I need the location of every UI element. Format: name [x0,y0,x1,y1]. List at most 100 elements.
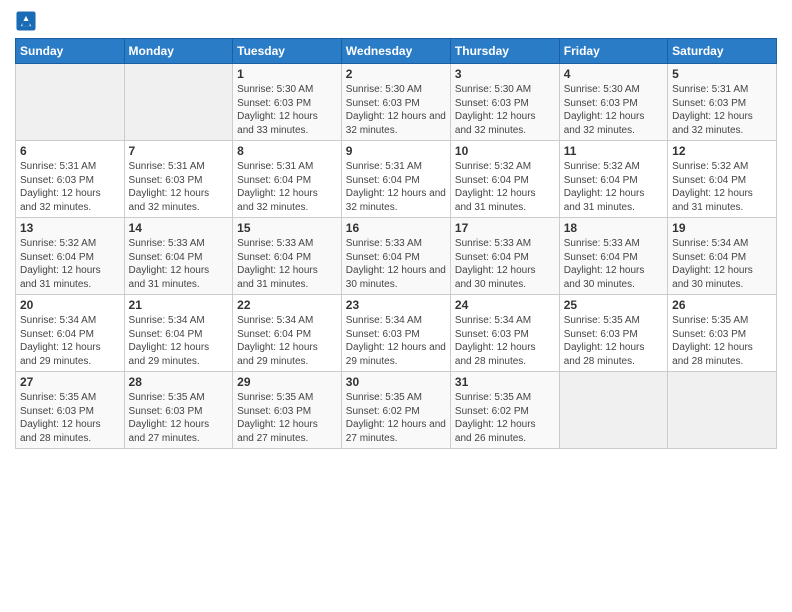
day-detail: Sunrise: 5:35 AM Sunset: 6:03 PM Dayligh… [564,314,663,368]
day-detail: Sunrise: 5:31 AM Sunset: 6:04 PM Dayligh… [237,160,337,214]
day-detail: Sunrise: 5:31 AM Sunset: 6:03 PM Dayligh… [129,160,229,214]
calendar-cell: 7 Sunrise: 5:31 AM Sunset: 6:03 PM Daylig… [124,141,233,218]
day-detail: Sunrise: 5:31 AM Sunset: 6:03 PM Dayligh… [20,160,120,214]
day-number: 3 [455,67,555,81]
calendar-cell [559,372,667,449]
day-detail: Sunrise: 5:35 AM Sunset: 6:03 PM Dayligh… [129,391,229,445]
day-number: 16 [346,221,446,235]
day-number: 24 [455,298,555,312]
calendar-cell: 1Sunrise: 5:30 AM Sunset: 6:03 PM Daylig… [233,64,342,141]
week-row-4: 20 Sunrise: 5:34 AM Sunset: 6:04 PM Dayli… [16,295,777,372]
day-detail: Sunrise: 5:32 AM Sunset: 6:04 PM Dayligh… [20,237,120,291]
day-number: 21 [129,298,229,312]
calendar-cell [668,372,777,449]
day-header-friday: Friday [559,39,667,64]
day-number: 5 [672,67,772,81]
day-detail: Sunrise: 5:34 AM Sunset: 6:04 PM Dayligh… [20,314,120,368]
day-detail: Sunrise: 5:30 AM Sunset: 6:03 PM Dayligh… [455,83,555,137]
page-header [15,10,777,32]
day-number: 2 [346,67,446,81]
day-header-wednesday: Wednesday [341,39,450,64]
calendar-cell: 5 Sunrise: 5:31 AM Sunset: 6:03 PM Daylig… [668,64,777,141]
week-row-2: 6 Sunrise: 5:31 AM Sunset: 6:03 PM Daylig… [16,141,777,218]
day-detail: Sunrise: 5:30 AM Sunset: 6:03 PM Dayligh… [346,83,446,137]
day-detail: Sunrise: 5:35 AM Sunset: 6:03 PM Dayligh… [20,391,120,445]
day-detail: Sunrise: 5:33 AM Sunset: 6:04 PM Dayligh… [564,237,663,291]
day-detail: Sunrise: 5:35 AM Sunset: 6:03 PM Dayligh… [237,391,337,445]
calendar-cell: 31Sunrise: 5:35 AM Sunset: 6:02 PM Dayli… [450,372,559,449]
day-number: 27 [20,375,120,389]
day-detail: Sunrise: 5:33 AM Sunset: 6:04 PM Dayligh… [237,237,337,291]
week-row-3: 13 Sunrise: 5:32 AM Sunset: 6:04 PM Dayli… [16,218,777,295]
day-header-thursday: Thursday [450,39,559,64]
day-number: 8 [237,144,337,158]
day-number: 29 [237,375,337,389]
header-row: SundayMondayTuesdayWednesdayThursdayFrid… [16,39,777,64]
calendar-cell: 20 Sunrise: 5:34 AM Sunset: 6:04 PM Dayli… [16,295,125,372]
calendar-cell: 16Sunrise: 5:33 AM Sunset: 6:04 PM Dayli… [341,218,450,295]
day-number: 11 [564,144,663,158]
day-detail: Sunrise: 5:31 AM Sunset: 6:03 PM Dayligh… [672,83,772,137]
day-detail: Sunrise: 5:31 AM Sunset: 6:04 PM Dayligh… [346,160,446,214]
day-header-monday: Monday [124,39,233,64]
day-detail: Sunrise: 5:33 AM Sunset: 6:04 PM Dayligh… [455,237,555,291]
week-row-5: 27 Sunrise: 5:35 AM Sunset: 6:03 PM Dayli… [16,372,777,449]
logo [15,10,41,32]
day-header-saturday: Saturday [668,39,777,64]
day-number: 6 [20,144,120,158]
day-number: 15 [237,221,337,235]
day-number: 23 [346,298,446,312]
day-detail: Sunrise: 5:30 AM Sunset: 6:03 PM Dayligh… [237,83,337,137]
calendar-cell: 19Sunrise: 5:34 AM Sunset: 6:04 PM Dayli… [668,218,777,295]
day-number: 22 [237,298,337,312]
day-number: 30 [346,375,446,389]
calendar-cell: 29 Sunrise: 5:35 AM Sunset: 6:03 PM Dayli… [233,372,342,449]
day-detail: Sunrise: 5:34 AM Sunset: 6:04 PM Dayligh… [129,314,229,368]
day-number: 19 [672,221,772,235]
day-header-tuesday: Tuesday [233,39,342,64]
day-detail: Sunrise: 5:30 AM Sunset: 6:03 PM Dayligh… [564,83,663,137]
calendar-cell: 4Sunrise: 5:30 AM Sunset: 6:03 PM Daylig… [559,64,667,141]
calendar-cell: 14 Sunrise: 5:33 AM Sunset: 6:04 PM Dayli… [124,218,233,295]
day-number: 18 [564,221,663,235]
day-detail: Sunrise: 5:34 AM Sunset: 6:03 PM Dayligh… [455,314,555,368]
calendar-cell: 15 Sunrise: 5:33 AM Sunset: 6:04 PM Dayli… [233,218,342,295]
calendar-cell: 23 Sunrise: 5:34 AM Sunset: 6:03 PM Dayli… [341,295,450,372]
calendar-cell: 22 Sunrise: 5:34 AM Sunset: 6:04 PM Dayli… [233,295,342,372]
day-detail: Sunrise: 5:35 AM Sunset: 6:03 PM Dayligh… [672,314,772,368]
day-detail: Sunrise: 5:32 AM Sunset: 6:04 PM Dayligh… [564,160,663,214]
day-number: 14 [129,221,229,235]
calendar-header: SundayMondayTuesdayWednesdayThursdayFrid… [16,39,777,64]
day-number: 26 [672,298,772,312]
day-detail: Sunrise: 5:35 AM Sunset: 6:02 PM Dayligh… [455,391,555,445]
week-row-1: 1Sunrise: 5:30 AM Sunset: 6:03 PM Daylig… [16,64,777,141]
calendar-cell: 18 Sunrise: 5:33 AM Sunset: 6:04 PM Dayli… [559,218,667,295]
calendar-body: 1Sunrise: 5:30 AM Sunset: 6:03 PM Daylig… [16,64,777,449]
calendar-cell: 9 Sunrise: 5:31 AM Sunset: 6:04 PM Daylig… [341,141,450,218]
day-number: 28 [129,375,229,389]
calendar-cell: 11 Sunrise: 5:32 AM Sunset: 6:04 PM Dayli… [559,141,667,218]
day-detail: Sunrise: 5:33 AM Sunset: 6:04 PM Dayligh… [129,237,229,291]
day-number: 17 [455,221,555,235]
day-number: 9 [346,144,446,158]
calendar-cell: 8 Sunrise: 5:31 AM Sunset: 6:04 PM Daylig… [233,141,342,218]
day-number: 13 [20,221,120,235]
calendar-cell: 6 Sunrise: 5:31 AM Sunset: 6:03 PM Daylig… [16,141,125,218]
calendar-cell: 27 Sunrise: 5:35 AM Sunset: 6:03 PM Dayli… [16,372,125,449]
calendar-cell: 3 Sunrise: 5:30 AM Sunset: 6:03 PM Daylig… [450,64,559,141]
calendar-cell: 26 Sunrise: 5:35 AM Sunset: 6:03 PM Dayli… [668,295,777,372]
calendar-cell [16,64,125,141]
day-detail: Sunrise: 5:32 AM Sunset: 6:04 PM Dayligh… [672,160,772,214]
calendar-cell: 24 Sunrise: 5:34 AM Sunset: 6:03 PM Dayli… [450,295,559,372]
day-number: 7 [129,144,229,158]
calendar-cell: 17 Sunrise: 5:33 AM Sunset: 6:04 PM Dayli… [450,218,559,295]
day-detail: Sunrise: 5:34 AM Sunset: 6:04 PM Dayligh… [237,314,337,368]
day-number: 10 [455,144,555,158]
day-detail: Sunrise: 5:35 AM Sunset: 6:02 PM Dayligh… [346,391,446,445]
day-detail: Sunrise: 5:34 AM Sunset: 6:03 PM Dayligh… [346,314,446,368]
calendar-cell: 12Sunrise: 5:32 AM Sunset: 6:04 PM Dayli… [668,141,777,218]
logo-icon [15,10,37,32]
calendar-cell: 30 Sunrise: 5:35 AM Sunset: 6:02 PM Dayli… [341,372,450,449]
calendar-cell: 10Sunrise: 5:32 AM Sunset: 6:04 PM Dayli… [450,141,559,218]
day-number: 20 [20,298,120,312]
